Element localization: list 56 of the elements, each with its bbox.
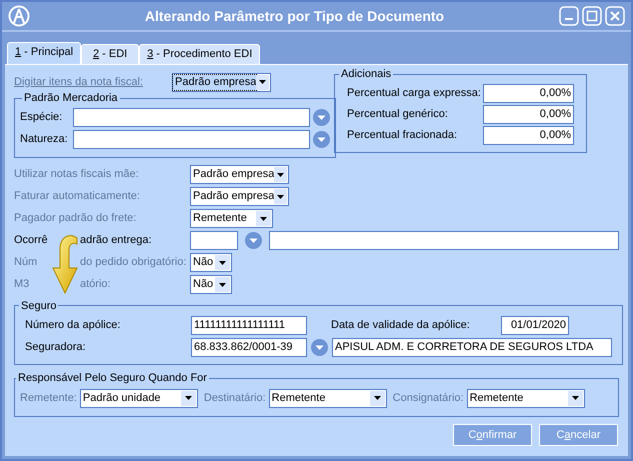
input-field[interactable]: 68.833.862/0001-39	[191, 338, 307, 356]
dropdown-arrow-icon	[219, 282, 226, 286]
field-label: Percentual genérico:	[347, 106, 449, 122]
tab[interactable]: 3 - Procedimento EDI	[139, 44, 260, 64]
maximize-icon[interactable]	[582, 6, 602, 26]
dropdown-arrow-icon	[219, 260, 226, 264]
field-label: do pedido obrigatório:	[80, 255, 186, 270]
lookup-down-icon[interactable]	[313, 109, 330, 126]
lookup-down-icon[interactable]	[311, 338, 328, 356]
field-label: Espécie:	[20, 110, 64, 126]
field-label: Faturar automaticamente:	[14, 189, 140, 204]
tab[interactable]: 1 - Principal	[7, 42, 82, 64]
group-title: Padrão Mercadoria	[23, 91, 119, 106]
input-field[interactable]	[73, 130, 310, 149]
field-label: Remetente:	[20, 390, 77, 406]
field-label: Ocorrê	[14, 233, 48, 248]
field-label: Seguradora:	[25, 340, 87, 355]
logo-icon	[8, 5, 30, 27]
input-field[interactable]	[269, 231, 619, 250]
field-label: Natureza:	[20, 132, 69, 148]
field-label: M3	[14, 277, 30, 292]
dropdown-arrow-icon	[572, 396, 579, 400]
field-label: Número da apólice:	[25, 318, 122, 333]
lookup-down-icon[interactable]	[245, 232, 262, 249]
input-field[interactable]: 11111111111111111	[191, 316, 307, 334]
field-label: atório:	[80, 277, 111, 292]
field-label: Percentual carga expressa:	[347, 86, 482, 101]
close-icon[interactable]	[605, 6, 625, 26]
input-field[interactable]: 0,00%	[483, 84, 574, 102]
window-title: Alterando Parâmetro por Tipo de Documento	[144, 6, 446, 26]
dropdown-arrow-icon	[277, 194, 284, 198]
input-field[interactable]: 01/01/2020	[501, 316, 569, 334]
input-field[interactable]: APISUL ADM. E CORRETORA DE SEGUROS LTDA	[332, 338, 612, 356]
field-label: Pagador padrão do frete:	[14, 211, 136, 226]
lookup-down-icon[interactable]	[313, 131, 330, 148]
group-title: Seguro	[20, 298, 58, 314]
dropdown-arrow-icon	[374, 396, 381, 400]
group-title: Responsável Pelo Seguro Quando For	[17, 371, 208, 386]
field-label: Data de validade da apólice:	[331, 318, 471, 333]
dropdown-arrow-icon	[184, 396, 192, 400]
field-label: Percentual fracionada:	[347, 128, 458, 143]
input-field[interactable]: 0,00%	[483, 126, 574, 144]
input-field[interactable]	[190, 231, 238, 250]
field-label: Núm	[14, 255, 38, 270]
field-label: Destinatário:	[204, 390, 266, 406]
group-title: Adicionais	[340, 67, 392, 82]
field-label: Utilizar notas fiscais mãe:	[14, 167, 139, 182]
dropdown-arrow-icon	[260, 216, 267, 220]
dropdown-arrow-icon	[277, 172, 284, 176]
field-label: Consignatário:	[392, 390, 464, 406]
dropdown-arrow-icon	[259, 80, 266, 84]
tab[interactable]: 2 - EDI	[81, 44, 140, 64]
field-label: adrão entrega:	[80, 233, 152, 248]
minimize-icon[interactable]	[559, 6, 579, 26]
input-field[interactable]	[73, 108, 310, 127]
input-field[interactable]: 0,00%	[483, 104, 574, 124]
